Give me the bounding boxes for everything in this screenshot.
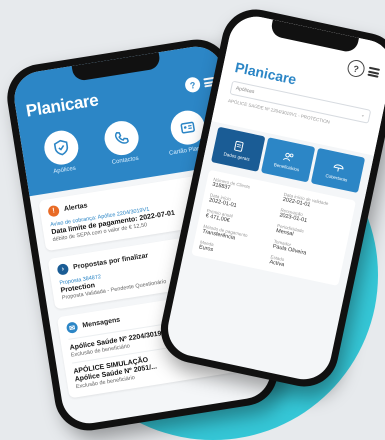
users-icon bbox=[283, 152, 294, 161]
quick-action-label: Apólices bbox=[52, 165, 77, 176]
quick-action-contacts[interactable]: Contactos bbox=[102, 118, 142, 167]
tab-label: Beneficiários bbox=[273, 161, 300, 172]
brand-logo: Planicare bbox=[24, 90, 100, 121]
shield-icon bbox=[41, 128, 81, 168]
envelope-icon: ✉ bbox=[65, 321, 79, 334]
help-icon[interactable]: ? bbox=[184, 76, 202, 94]
phone-icon bbox=[102, 118, 142, 158]
menu-icon[interactable] bbox=[367, 66, 381, 78]
umbrella-icon bbox=[333, 163, 344, 172]
tab-label: Coberturas bbox=[325, 172, 348, 183]
alert-icon: ! bbox=[47, 204, 60, 218]
proposal-icon: › bbox=[56, 263, 70, 276]
card-title: Mensagens bbox=[81, 316, 121, 330]
quick-action-policies[interactable]: Apólices bbox=[41, 128, 82, 176]
help-icon[interactable]: ? bbox=[346, 58, 367, 79]
tab-general-data[interactable]: Dados gerais bbox=[211, 126, 266, 172]
chevron-down-icon: ⌄ bbox=[360, 112, 366, 119]
quick-action-label: Contactos bbox=[111, 155, 140, 166]
document-icon bbox=[234, 140, 244, 152]
tab-label: Dados gerais bbox=[223, 150, 251, 162]
tab-coverages[interactable]: Coberturas bbox=[310, 147, 366, 194]
policy-select-value: Apólices bbox=[235, 85, 255, 96]
tab-beneficiaries[interactable]: Beneficiários bbox=[260, 137, 316, 183]
card-title: Alertas bbox=[63, 202, 89, 213]
